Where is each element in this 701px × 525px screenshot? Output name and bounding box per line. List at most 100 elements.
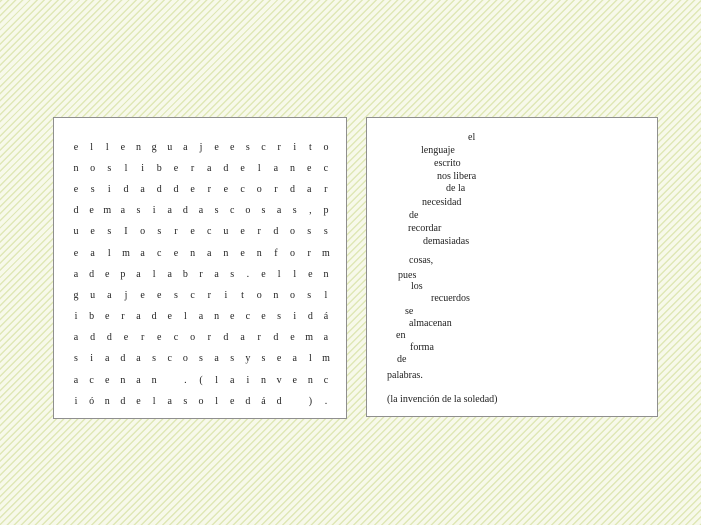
grid-letter: l bbox=[215, 395, 219, 407]
grid-row: demasiadascosas,p bbox=[70, 201, 332, 222]
grid-letter: i bbox=[74, 395, 78, 407]
poem-word: forma bbox=[410, 342, 434, 353]
grid-letter: e bbox=[73, 141, 79, 153]
grid-letter: e bbox=[173, 247, 179, 259]
grid-letter: e bbox=[190, 226, 195, 238]
grid-letter: s bbox=[183, 395, 188, 407]
grid-letter: e bbox=[261, 268, 266, 280]
poem-word: los bbox=[411, 281, 423, 292]
poem-word: palabras. bbox=[387, 370, 423, 381]
grid-letter: d bbox=[223, 162, 229, 174]
grid-letter: e bbox=[290, 332, 295, 344]
grid-letter: e bbox=[240, 247, 245, 259]
grid-letter: c bbox=[323, 374, 329, 386]
grid-letter: o bbox=[290, 226, 296, 238]
grid-letter: l bbox=[152, 268, 156, 280]
grid-letter: m bbox=[321, 247, 330, 259]
grid-letter: s bbox=[152, 353, 157, 365]
grid-letter: a bbox=[105, 353, 110, 365]
grid-letter: e bbox=[157, 332, 162, 344]
concrete-poem-panel: el lenguaje escrito nos libera de la nec… bbox=[366, 117, 658, 417]
grid-letter: i bbox=[293, 141, 297, 153]
grid-letter: o bbox=[323, 141, 329, 153]
grid-letter: y bbox=[245, 353, 251, 365]
grid-letter: c bbox=[190, 289, 195, 301]
grid-letter: i bbox=[90, 353, 94, 365]
grid-letter: i bbox=[141, 162, 145, 174]
grid-letter: l bbox=[105, 141, 109, 153]
poem-word: recuerdos bbox=[431, 293, 470, 304]
grid-row: ióndelasoledád ). bbox=[70, 391, 332, 412]
grid-letter: a bbox=[90, 247, 95, 259]
grid-letter: ( bbox=[199, 374, 203, 386]
grid-letter: i bbox=[74, 311, 78, 323]
grid-letter: d bbox=[89, 268, 95, 280]
grid-letter: o bbox=[245, 205, 251, 217]
grid-letter: n bbox=[73, 162, 79, 174]
poem-word: se bbox=[405, 306, 414, 317]
grid-letter: o bbox=[182, 353, 188, 365]
grid-letter: r bbox=[207, 332, 211, 344]
grid-letter: s bbox=[261, 205, 266, 217]
grid-letter: n bbox=[256, 247, 262, 259]
grid-letter: m bbox=[305, 332, 314, 344]
grid-letter: c bbox=[207, 226, 212, 238]
grid-letter: d bbox=[106, 332, 112, 344]
grid-letter: n bbox=[214, 311, 220, 323]
grid-letter: n bbox=[223, 247, 229, 259]
grid-letter: . bbox=[184, 374, 187, 386]
grid-letter: d bbox=[273, 332, 279, 344]
grid-row: ellenguajeescrito bbox=[70, 137, 332, 158]
grid-letter: c bbox=[245, 311, 251, 323]
grid-letter: e bbox=[308, 268, 313, 280]
poem-word: de bbox=[409, 210, 419, 221]
grid-letter: t bbox=[308, 141, 312, 153]
grid-row: iberadelanecesidá bbox=[70, 307, 332, 328]
grid-letter: a bbox=[136, 353, 141, 365]
grid-letter: e bbox=[90, 226, 95, 238]
grid-letter: e bbox=[240, 162, 245, 174]
grid-letter: . bbox=[246, 268, 250, 280]
letter-grid: ellenguajeescritonosliberadelanecesidadd… bbox=[70, 137, 332, 412]
grid-letter: a bbox=[120, 205, 126, 217]
grid-row: ealmacenanenform bbox=[70, 243, 332, 264]
grid-letter: n bbox=[273, 289, 279, 301]
poem-word: recordar bbox=[408, 223, 442, 234]
grid-letter: a bbox=[136, 311, 141, 323]
grid-letter: e bbox=[136, 395, 141, 407]
grid-letter: a bbox=[73, 374, 79, 386]
grid-letter: s bbox=[214, 205, 219, 217]
grid-letter: l bbox=[324, 289, 328, 301]
grid-letter: s bbox=[74, 353, 78, 365]
grid-letter: a bbox=[140, 183, 145, 195]
grid-letter: u bbox=[90, 289, 96, 301]
grid-letter: s bbox=[199, 353, 203, 365]
grid-letter: a bbox=[140, 247, 145, 259]
grid-letter: l bbox=[257, 162, 261, 174]
grid-letter: e bbox=[105, 374, 110, 386]
grid-row: acenan .(l a i n v e n c bbox=[70, 370, 332, 391]
grid-letter: a bbox=[107, 289, 112, 301]
grid-letter: e bbox=[230, 141, 235, 153]
grid-letter: d bbox=[120, 353, 126, 365]
grid-letter: d bbox=[120, 395, 126, 407]
grid-letter: a bbox=[273, 162, 279, 174]
grid-letter: e bbox=[157, 289, 162, 301]
grid-letter: j bbox=[199, 141, 203, 153]
grid-letter: a bbox=[136, 374, 141, 386]
grid-letter: s bbox=[307, 289, 312, 301]
grid-letter: m bbox=[122, 247, 130, 259]
grid-letter: b bbox=[156, 162, 162, 174]
grid-letter: s bbox=[277, 311, 282, 323]
grid-letter: e bbox=[261, 311, 266, 323]
grid-letter: j bbox=[124, 289, 128, 301]
poem-word: el bbox=[468, 132, 476, 143]
grid-letter: s bbox=[107, 162, 112, 174]
grid-letter: s bbox=[157, 226, 162, 238]
grid-letter: m bbox=[103, 205, 112, 217]
grid-letter: r bbox=[140, 332, 145, 344]
grid-letter: á bbox=[261, 395, 266, 407]
grid-letter: l bbox=[308, 353, 312, 365]
poem-word: escrito bbox=[434, 158, 461, 169]
grid-letter: n bbox=[190, 247, 196, 259]
